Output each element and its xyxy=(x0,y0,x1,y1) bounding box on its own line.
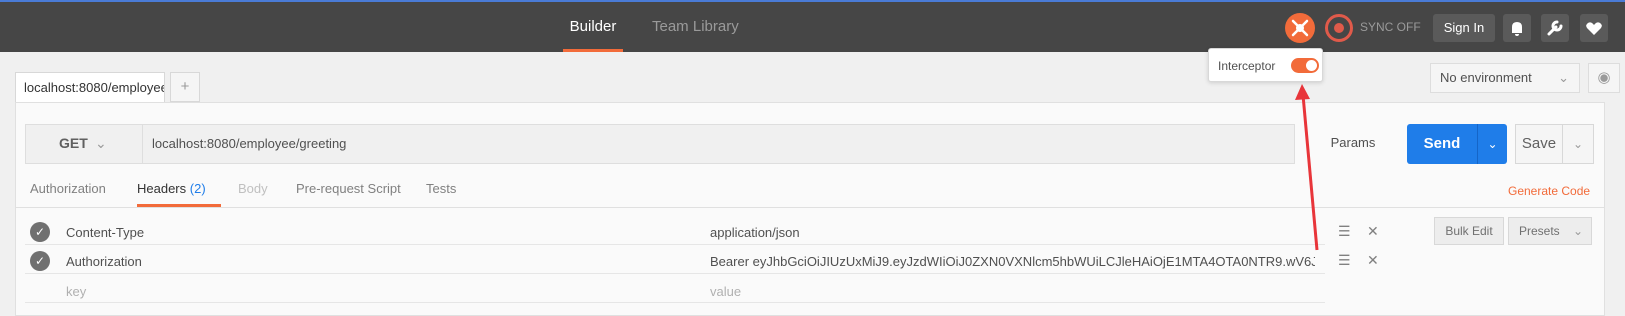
annotation-arrow-line xyxy=(1301,94,1319,251)
annotation-arrow xyxy=(1295,84,1319,251)
annotation-arrow-head xyxy=(1295,84,1310,100)
postman-window: Builder Team Library SYNC OFF Sign In In… xyxy=(0,0,1625,316)
